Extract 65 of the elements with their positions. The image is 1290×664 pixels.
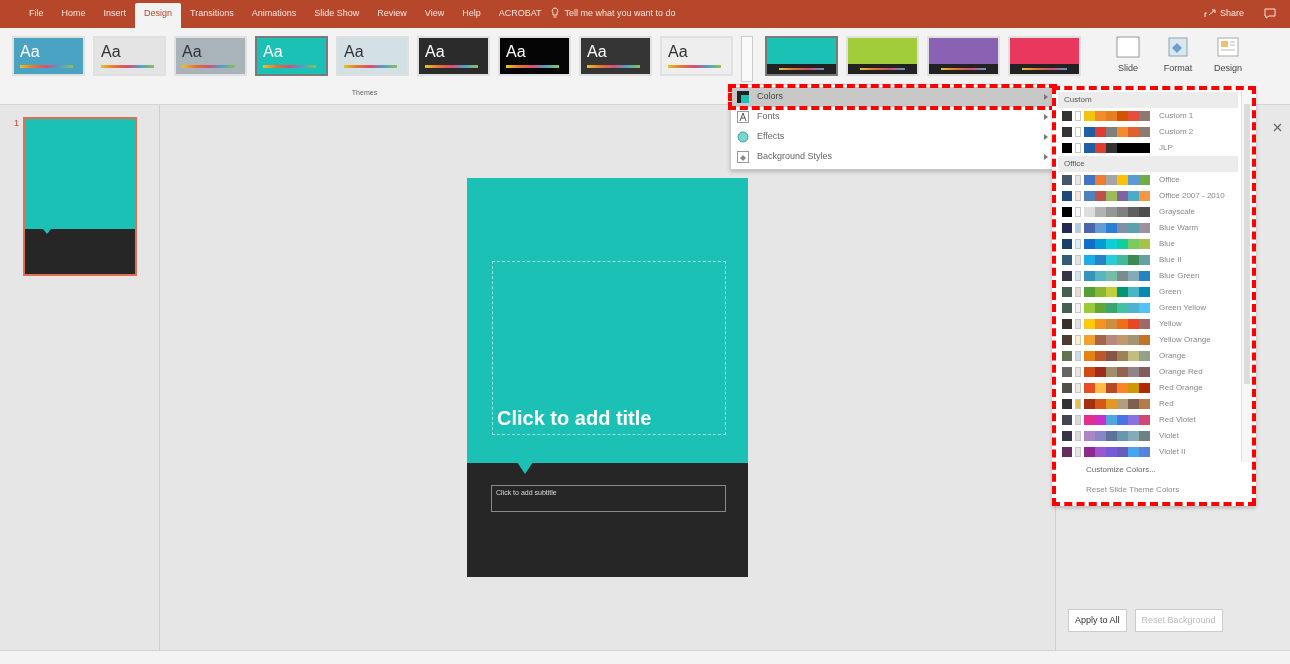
ribbon-tab[interactable]: Transitions (181, 2, 243, 28)
menu-item[interactable]: Effects (731, 127, 1054, 147)
color-scheme-item[interactable]: Grayscale (1058, 204, 1238, 220)
ribbon-tab[interactable]: Help (453, 2, 490, 28)
slide-number: 1 (14, 117, 19, 130)
color-scheme-item[interactable]: Red Violet (1058, 412, 1238, 428)
color-scheme-item[interactable]: Office 2007 - 2010 (1058, 188, 1238, 204)
color-scheme-item[interactable]: Orange (1058, 348, 1238, 364)
color-scheme-item[interactable]: JLP (1058, 140, 1238, 156)
menu-item[interactable]: Colors (731, 87, 1054, 107)
pane-button[interactable]: Apply to All (1068, 608, 1127, 632)
theme-thumbnail[interactable]: Aa (12, 36, 85, 76)
submenu-arrow-icon (1044, 114, 1048, 120)
ribbon-tab[interactable]: Animations (242, 2, 306, 28)
ribbon-tab[interactable]: File (20, 2, 53, 28)
font-icon (737, 111, 749, 123)
slide-thumbnail[interactable] (23, 117, 137, 276)
menu-item[interactable]: Background Styles (731, 147, 1054, 167)
submenu-arrow-icon (1044, 154, 1048, 160)
color-scheme-item[interactable]: Blue (1058, 236, 1238, 252)
ribbon-tab[interactable]: View (415, 2, 454, 28)
comment-icon[interactable] (1264, 8, 1276, 19)
color-scheme-item[interactable]: Orange Red (1058, 364, 1238, 380)
color-scheme-item[interactable]: Custom 1 (1058, 108, 1238, 124)
gallery-scrollbar[interactable] (741, 36, 753, 82)
color-scheme-item[interactable]: Blue Green (1058, 268, 1238, 284)
theme-thumbnail[interactable]: Aa (660, 36, 733, 76)
variant-thumbnail[interactable] (765, 36, 838, 76)
ribbon-tab[interactable]: Review (368, 2, 416, 28)
page-icon (1116, 36, 1140, 58)
color-scheme-item[interactable]: Custom 2 (1058, 124, 1238, 140)
color-scheme-item[interactable]: Blue II (1058, 252, 1238, 268)
ribbon-tab[interactable]: Design (135, 2, 182, 28)
menu-item[interactable]: Customize Colors... (1058, 460, 1156, 480)
ribbon-button[interactable]: Design (1205, 36, 1251, 76)
ribbon-tab[interactable]: Slide Show (305, 2, 369, 28)
color-scheme-item[interactable]: Violet II (1058, 444, 1238, 460)
color-scheme-item[interactable]: Red (1058, 396, 1238, 412)
share-button[interactable]: Share (1197, 2, 1250, 28)
share-icon (1203, 8, 1216, 19)
color-scheme-item[interactable]: Office (1058, 172, 1238, 188)
submenu-arrow-icon (1044, 134, 1048, 140)
theme-thumbnail[interactable]: Aa (498, 36, 571, 76)
color-scheme-item[interactable]: Violet (1058, 428, 1238, 444)
theme-thumbnail[interactable]: Aa (336, 36, 409, 76)
section-header: Custom (1058, 92, 1238, 108)
color-scheme-item[interactable]: Blue Warm (1058, 220, 1238, 236)
theme-thumbnail[interactable]: Aa (93, 36, 166, 76)
color-scheme-item[interactable]: Red Orange (1058, 380, 1238, 396)
scrollbar[interactable] (1241, 90, 1252, 462)
color-scheme-item[interactable]: Green (1058, 284, 1238, 300)
color-scheme-item[interactable]: Green Yellow (1058, 300, 1238, 316)
theme-thumbnail[interactable]: Aa (579, 36, 652, 76)
theme-thumbnail[interactable]: Aa (174, 36, 247, 76)
ribbon-button[interactable]: Format (1155, 36, 1201, 76)
ribbon-tab[interactable]: Insert (94, 2, 136, 28)
color-scheme-item[interactable]: Yellow (1058, 316, 1238, 332)
ribbon-tab[interactable]: Home (52, 2, 95, 28)
theme-thumbnail[interactable]: Aa (417, 36, 490, 76)
ribbon-tab[interactable]: ACROBAT (489, 2, 551, 28)
section-header: Office (1058, 156, 1238, 172)
search-field[interactable]: Tell me what you want to do (558, 2, 682, 28)
ribbon-button[interactable]: Slide (1105, 36, 1151, 76)
submenu-arrow-icon (1044, 94, 1048, 100)
color-scheme-item[interactable]: Yellow Orange (1058, 332, 1238, 348)
